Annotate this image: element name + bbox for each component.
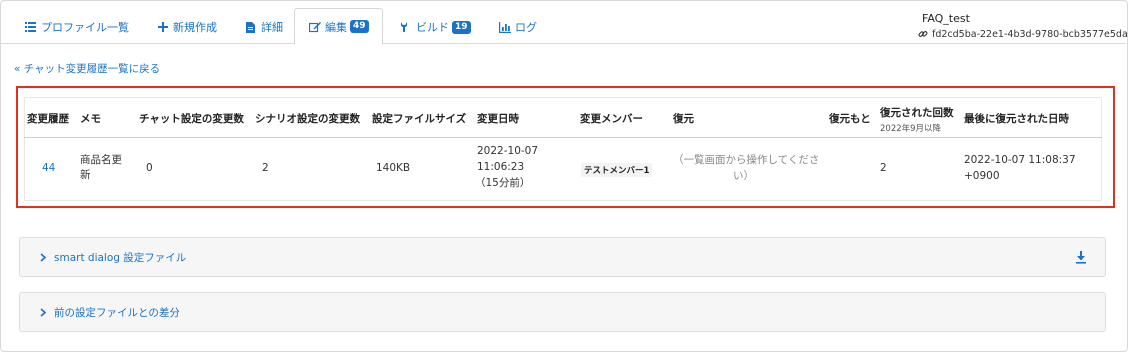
tab-profile-list[interactable]: プロファイル一覧 bbox=[24, 10, 129, 44]
chevron-right-icon bbox=[38, 252, 48, 262]
tab-label: ビルド bbox=[416, 21, 449, 34]
edit-icon bbox=[308, 20, 321, 33]
last-restored-line2: +0900 bbox=[964, 170, 1000, 182]
changed-ago: （15分前） bbox=[475, 177, 531, 189]
changed-time: 11:06:23 bbox=[477, 161, 525, 173]
link-icon bbox=[918, 29, 929, 40]
accordion-label: smart dialog 設定ファイル bbox=[54, 251, 187, 264]
back-to-history-link[interactable]: « チャット変更履歴一覧に戻る bbox=[14, 61, 160, 76]
restore-count-value: 2 bbox=[880, 162, 887, 174]
header-file-size: 設定ファイルサイズ bbox=[372, 113, 467, 125]
header-changed-at: 変更日時 bbox=[477, 113, 519, 125]
header-member: 変更メンバー bbox=[580, 113, 643, 125]
revision-link[interactable]: 44 bbox=[42, 161, 55, 176]
restore-note-line2: い） bbox=[733, 170, 754, 182]
header-memo: メモ bbox=[80, 113, 101, 125]
profile-id-text: fd2cd5ba-22e1-4b3d-9780-bcb3577e5dac bbox=[932, 29, 1128, 40]
file-size-value: 140KB bbox=[376, 162, 411, 174]
header-restore: 復元 bbox=[673, 113, 694, 125]
restore-note-line1: （一覧画面から操作してくださ bbox=[673, 154, 820, 166]
header-last-restored: 最後に復元された日時 bbox=[964, 113, 1069, 125]
tab-log[interactable]: ログ bbox=[498, 10, 537, 44]
profile-name: FAQ_test bbox=[922, 12, 970, 25]
chart-icon bbox=[498, 21, 511, 34]
header-scenario-changes: シナリオ設定の変更数 bbox=[255, 113, 360, 125]
header-chat-changes: チャット設定の変更数 bbox=[139, 113, 244, 125]
build-count-badge: 19 bbox=[452, 20, 471, 34]
plus-icon bbox=[156, 21, 169, 34]
scenario-changes-value: 2 bbox=[262, 162, 269, 174]
tab-build[interactable]: ビルド 19 bbox=[399, 10, 471, 44]
header-restore-count-sub: 2022年9月以降 bbox=[880, 124, 942, 134]
chevron-right-icon bbox=[38, 307, 48, 317]
document-icon bbox=[244, 21, 257, 34]
accordion-label: 前の設定ファイルとの差分 bbox=[54, 306, 180, 319]
table-header-divider bbox=[24, 137, 1102, 138]
header-revision: 変更履歴 bbox=[27, 113, 69, 125]
tab-new[interactable]: 新規作成 bbox=[156, 10, 217, 44]
profile-id[interactable]: fd2cd5ba-22e1-4b3d-9780-bcb3577e5dac bbox=[918, 29, 1128, 40]
accordion-config-file[interactable]: smart dialog 設定ファイル bbox=[19, 237, 1106, 277]
build-icon bbox=[399, 21, 412, 34]
tab-label: プロファイル一覧 bbox=[41, 21, 129, 34]
header-restore-source: 復元もと bbox=[829, 113, 871, 125]
edit-count-badge: 49 bbox=[350, 20, 369, 33]
tab-edit[interactable]: 編集 49 bbox=[294, 8, 383, 45]
member-badge: テストメンバー1 bbox=[581, 163, 653, 177]
memo-line2: 新 bbox=[80, 169, 91, 181]
header-restore-count: 復元された回数 bbox=[880, 107, 954, 119]
memo-line1: 商品名更 bbox=[80, 154, 122, 166]
tab-label: 編集 bbox=[325, 20, 347, 34]
list-icon bbox=[24, 21, 37, 34]
tab-label: 詳細 bbox=[261, 21, 283, 34]
last-restored-line1: 2022-10-07 11:08:37 bbox=[964, 154, 1076, 166]
tab-label: ログ bbox=[515, 21, 537, 34]
tab-detail[interactable]: 詳細 bbox=[244, 10, 283, 44]
changed-date: 2022-10-07 bbox=[477, 145, 539, 157]
accordion-diff[interactable]: 前の設定ファイルとの差分 bbox=[19, 292, 1106, 332]
download-icon[interactable] bbox=[1075, 251, 1087, 264]
tab-label: 新規作成 bbox=[173, 21, 217, 34]
chat-changes-value: 0 bbox=[146, 162, 153, 174]
